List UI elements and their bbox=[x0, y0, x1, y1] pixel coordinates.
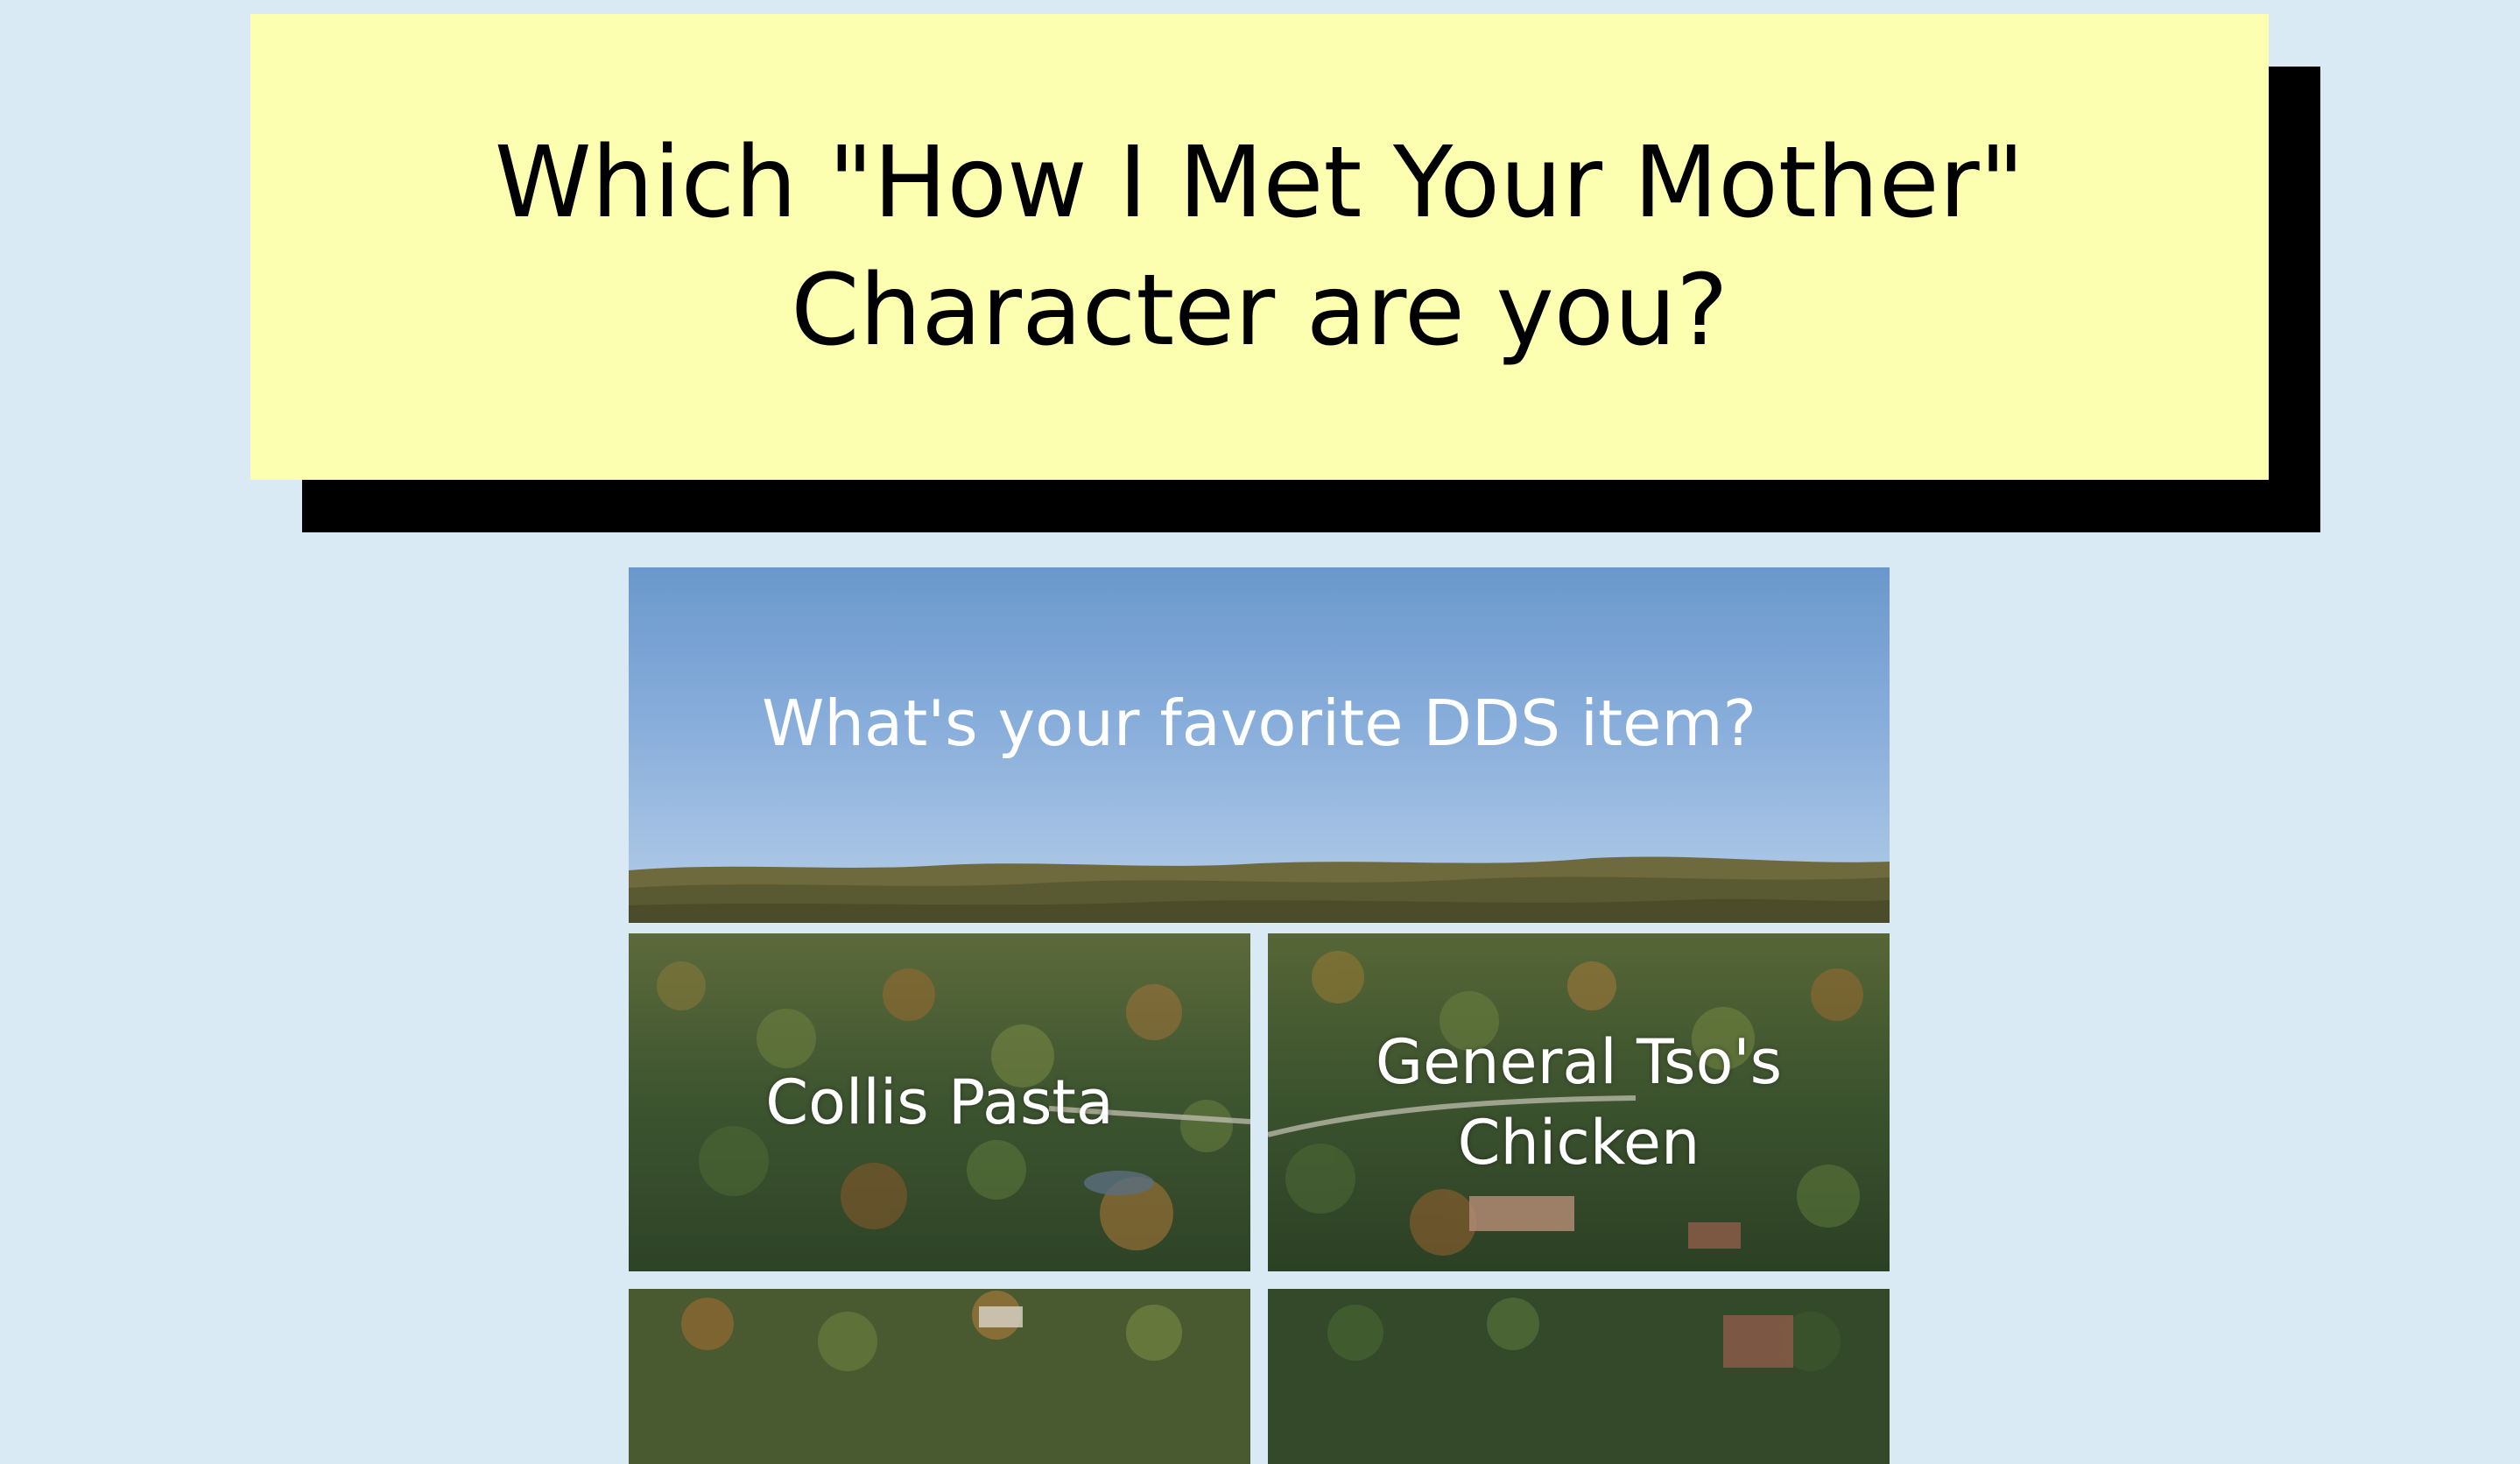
answer-option-collis-pasta[interactable]: Collis Pasta bbox=[629, 933, 1250, 1271]
answer-option-3[interactable] bbox=[629, 1289, 1250, 1464]
answer-grid: Collis Pasta General Tso's Chicken bbox=[629, 933, 1890, 1464]
answer-label: General Tso's Chicken bbox=[1375, 1026, 1783, 1179]
question-panel: What's your favorite DDS item? bbox=[629, 567, 1890, 923]
answer-option-general-tsos-chicken[interactable]: General Tso's Chicken bbox=[1268, 933, 1890, 1271]
quiz-title: Which "How I Met Your Mother" Character … bbox=[494, 126, 2025, 368]
quiz-container: What's your favorite DDS item? Collis Pa… bbox=[629, 567, 1890, 1464]
answer-label: Collis Pasta bbox=[765, 1066, 1114, 1138]
title-card: Which "How I Met Your Mother" Character … bbox=[250, 14, 2269, 480]
question-text: What's your favorite DDS item? bbox=[762, 686, 1756, 760]
forest-image bbox=[629, 1289, 1250, 1464]
answer-option-4[interactable] bbox=[1268, 1289, 1890, 1464]
hills-image bbox=[629, 856, 1890, 923]
forest-image bbox=[1268, 1289, 1890, 1464]
